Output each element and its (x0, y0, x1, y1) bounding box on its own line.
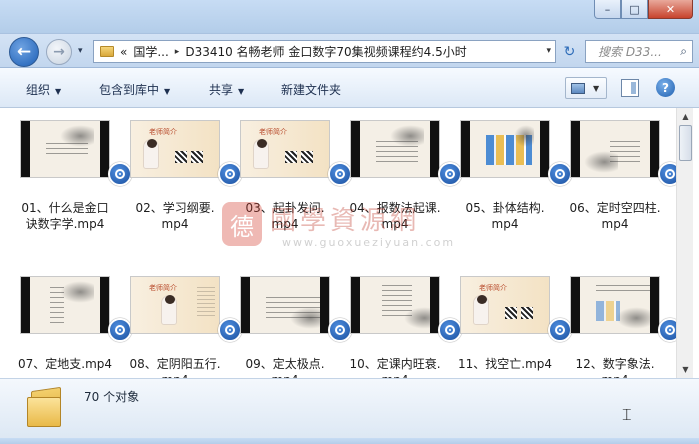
media-player-icon (328, 318, 352, 342)
back-button[interactable]: ← (9, 37, 39, 67)
chevron-down-icon: ▼ (55, 87, 62, 96)
organize-label: 组织 (26, 83, 51, 97)
include-in-library-label: 包含到库中 (99, 83, 160, 97)
breadcrumb-overflow[interactable]: « (120, 45, 127, 59)
video-thumbnail (570, 276, 660, 334)
address-bar[interactable]: « 国学... ▸ D33410 名畅老师 金口数字70集视频课程约4.5小时 … (93, 40, 556, 63)
command-bar: 组织 ▼ 包含到库中 ▼ 共享 ▼ 新建文件夹 ▼ ? (0, 68, 699, 108)
new-folder-button[interactable]: 新建文件夹 (281, 81, 341, 98)
media-player-icon (218, 318, 242, 342)
maximize-button[interactable]: □ (621, 0, 648, 19)
file-name: 12、数字象法.mp4 (575, 357, 655, 378)
navigation-bar: ← → ▾ « 国学... ▸ D33410 名畅老师 金口数字70集视频课程约… (0, 34, 699, 68)
breadcrumb-item-current[interactable]: D33410 名畅老师 金口数字70集视频课程约4.5小时 (185, 43, 466, 60)
share-label: 共享 (209, 83, 234, 97)
title-bar: – □ ✕ (0, 0, 699, 34)
preview-pane-button[interactable] (621, 79, 639, 97)
folder-icon (27, 385, 67, 428)
video-thumbnail: 老师简介 (130, 120, 220, 178)
vertical-scrollbar[interactable]: ▲ ▼ (676, 108, 693, 378)
video-thumbnail (350, 120, 440, 178)
view-icon (571, 82, 585, 94)
media-player-icon (438, 318, 462, 342)
file-name: 06、定时空四柱. mp4 (569, 201, 661, 231)
share-menu[interactable]: 共享 ▼ (209, 81, 244, 98)
back-arrow-icon: ← (16, 42, 32, 62)
help-button[interactable]: ? (656, 78, 675, 97)
scrollbar-thumb[interactable] (679, 125, 692, 161)
media-player-icon (438, 162, 462, 186)
file-name: 05、卦体结构. mp4 (465, 201, 545, 231)
file-name: 01、什么是金口 诀数字学.mp4 (21, 201, 109, 231)
media-player-icon (658, 162, 676, 186)
file-name: 07、定地支.mp4 (17, 357, 113, 371)
file-name: 02、学习纲要. mp4 (135, 201, 215, 231)
organize-menu[interactable]: 组织 ▼ (26, 81, 61, 98)
change-view-button[interactable]: ▼ (565, 77, 607, 99)
breadcrumb-separator-icon[interactable]: ▸ (175, 47, 180, 57)
media-player-icon (548, 162, 572, 186)
chevron-down-icon[interactable]: ▼ (593, 84, 599, 93)
file-list[interactable]: 01、什么是金口 诀数字学.mp4 老师简介 02、学习纲要. mp4 老师简介 0… (0, 108, 676, 378)
file-name: 08、定阴阳五行.mp4 (129, 357, 221, 378)
media-player-icon (108, 318, 132, 342)
search-input[interactable]: 搜索 D33... ⌕ (585, 40, 693, 63)
forward-button[interactable]: → (46, 39, 72, 65)
recent-pages-dropdown[interactable]: ▾ (78, 46, 83, 56)
media-player-icon (108, 162, 132, 186)
file-name: 09、定太极点.mp4 (245, 357, 325, 378)
video-thumbnail: 老师简介 (460, 276, 550, 334)
media-player-icon (548, 318, 572, 342)
scroll-down-icon[interactable]: ▼ (677, 361, 694, 378)
chevron-down-icon: ▼ (164, 87, 171, 96)
details-pane: 70 个对象 ⌶ (0, 378, 699, 438)
chevron-down-icon: ▼ (238, 87, 245, 96)
search-placeholder: 搜索 D33... (598, 45, 662, 59)
forward-arrow-icon: → (53, 44, 65, 60)
video-thumbnail (570, 120, 660, 178)
file-name: 04、报数法起课. mp4 (349, 201, 441, 231)
address-dropdown-icon[interactable]: ▾ (546, 46, 551, 56)
video-thumbnail (240, 276, 330, 334)
item-count: 70 个对象 (84, 390, 140, 404)
breadcrumb-item-parent[interactable]: 国学... (133, 43, 168, 60)
video-thumbnail: 老师简介 (240, 120, 330, 178)
video-thumbnail (350, 276, 440, 334)
media-player-icon (658, 318, 676, 342)
file-name: 10、定课内旺衰.mp4 (349, 357, 441, 378)
search-icon[interactable]: ⌕ (680, 44, 687, 59)
window-bottom-border (0, 438, 699, 444)
file-name: 11、找空亡.mp4 (457, 357, 553, 371)
minimize-button[interactable]: – (594, 0, 621, 19)
video-thumbnail (20, 120, 110, 178)
refresh-icon: ↻ (563, 43, 576, 60)
video-thumbnail: 老师简介 (130, 276, 220, 334)
video-thumbnail (460, 120, 550, 178)
media-player-icon (218, 162, 242, 186)
watermark-url: www.guoxueziyuan.com (282, 236, 456, 249)
mouse-cursor-icon: ⌶ (622, 405, 632, 424)
refresh-button[interactable]: ↻ (558, 40, 581, 63)
file-name: 03、起卦发问. mp4 (245, 201, 325, 231)
include-in-library-menu[interactable]: 包含到库中 ▼ (99, 81, 170, 98)
media-player-icon (328, 162, 352, 186)
scroll-up-icon[interactable]: ▲ (677, 108, 694, 125)
video-thumbnail (20, 276, 110, 334)
window-controls: – □ ✕ (594, 0, 693, 19)
folder-icon (100, 46, 114, 57)
close-button[interactable]: ✕ (648, 0, 693, 19)
